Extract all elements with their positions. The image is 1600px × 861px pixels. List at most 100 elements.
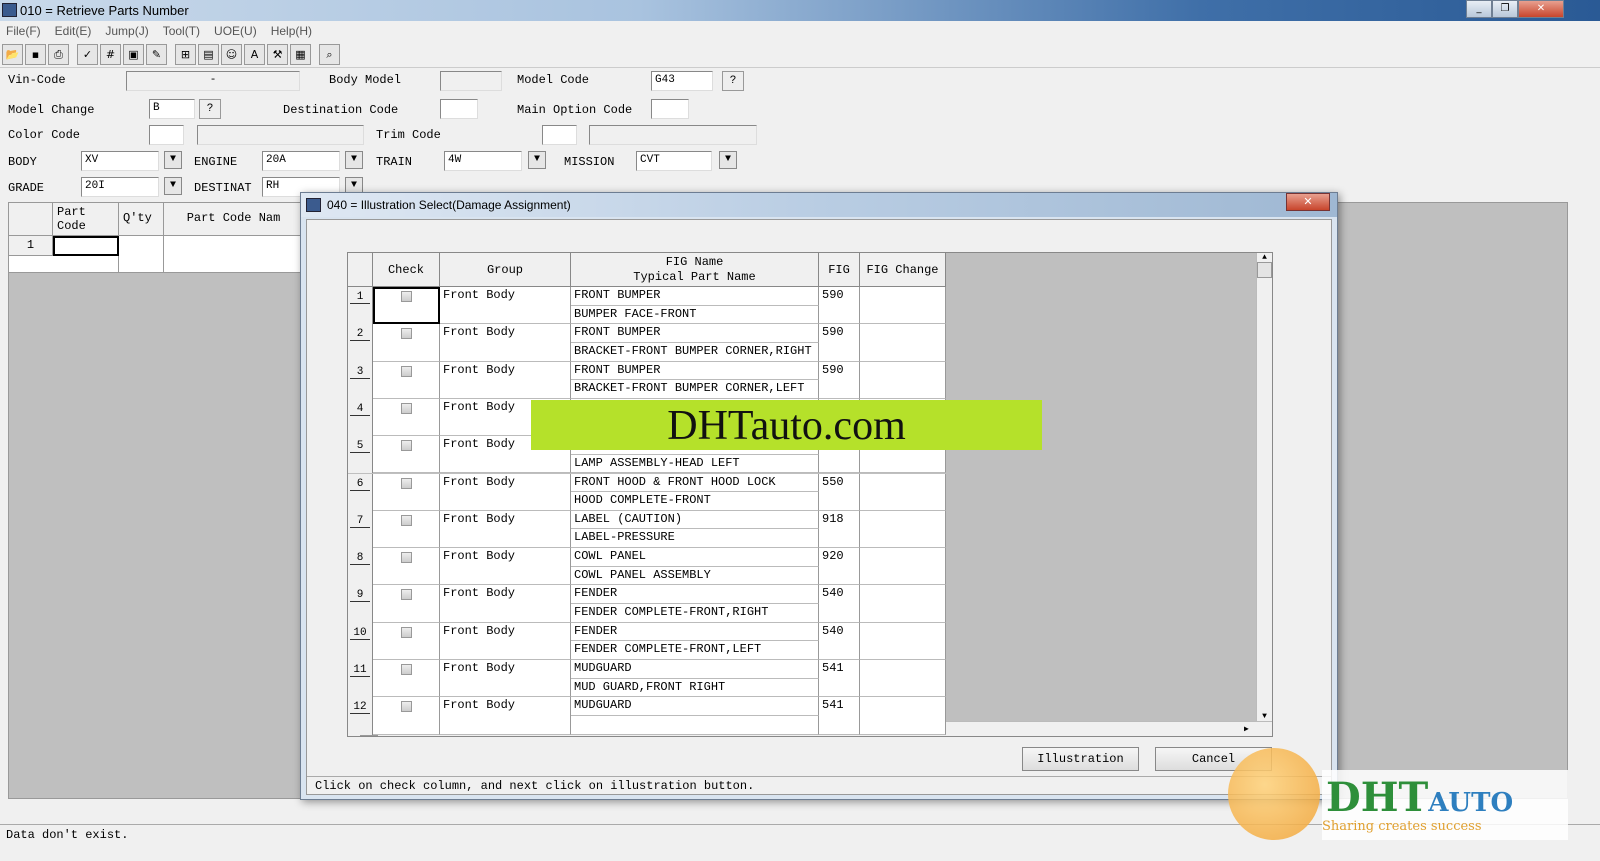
row-header[interactable]: 9 (348, 585, 373, 623)
fig-change-cell[interactable] (860, 510, 946, 549)
engine-dropdown-icon[interactable]: ▼ (345, 151, 363, 169)
header-fig[interactable]: FIG (819, 253, 860, 287)
row-header[interactable]: 12 (348, 697, 373, 735)
fig-change-cell[interactable] (860, 324, 946, 362)
trim-code-field[interactable] (542, 125, 577, 145)
menu-uoe[interactable]: UOE(U) (214, 24, 257, 38)
row-checkbox[interactable] (401, 552, 412, 564)
row-checkbox[interactable] (401, 291, 412, 302)
menu-tool[interactable]: Tool(T) (163, 24, 200, 38)
row-checkbox[interactable] (401, 701, 412, 713)
part-code-cell-2[interactable] (9, 256, 119, 273)
header-fig-change[interactable]: FIG Change (860, 253, 946, 287)
row-header[interactable]: 7 (348, 510, 373, 549)
header-group[interactable]: Group (440, 253, 571, 287)
check-123-icon[interactable]: ✓ (77, 44, 98, 65)
row-header[interactable]: 5 (348, 436, 373, 474)
main-option-code-field[interactable] (651, 99, 689, 119)
engine-select[interactable]: 20A (262, 151, 340, 171)
minimize-button[interactable]: _ (1466, 0, 1492, 18)
row-checkbox[interactable] (401, 664, 412, 675)
row-checkbox[interactable] (401, 477, 412, 489)
menu-help[interactable]: Help(H) (271, 24, 312, 38)
menu-edit[interactable]: Edit(E) (55, 24, 92, 38)
train-select[interactable]: 4W (444, 151, 522, 171)
row-checkbox[interactable] (401, 440, 412, 452)
typical-part-name-cell: LAMP ASSEMBLY-HEAD LEFT (571, 454, 819, 474)
row-checkbox[interactable] (401, 589, 412, 601)
row-header[interactable]: 6 (348, 473, 373, 511)
row-checkbox[interactable] (401, 626, 412, 638)
header-part-code-name[interactable]: Part Code Nam (164, 203, 304, 236)
fig-change-cell[interactable] (860, 622, 946, 660)
row-checkbox[interactable] (401, 402, 412, 414)
header-part-code[interactable]: Part Code (53, 203, 119, 236)
tool-icon[interactable]: ⚒ (267, 44, 288, 65)
row-header[interactable]: 2 (348, 324, 373, 362)
row-header[interactable]: 8 (348, 548, 373, 586)
grade-dropdown-icon[interactable]: ▼ (164, 177, 182, 195)
dialog-close-button[interactable]: ✕ (1286, 193, 1330, 211)
save-green-icon[interactable]: ▣ (123, 44, 144, 65)
model-code-field[interactable]: G43 (651, 71, 713, 91)
row-header[interactable]: 1 (348, 287, 373, 325)
qty-cell[interactable] (119, 236, 164, 273)
save-icon[interactable]: ▪ (25, 44, 46, 65)
number-icon[interactable]: # (100, 44, 121, 65)
header-check[interactable]: Check (373, 253, 440, 287)
fig-change-cell[interactable] (860, 287, 946, 325)
fig-change-cell[interactable] (860, 660, 946, 698)
mission-dropdown-icon[interactable]: ▼ (719, 151, 737, 169)
open-icon[interactable]: 📂 (2, 44, 23, 65)
search-user-icon[interactable]: ☺ (221, 44, 242, 65)
font-icon[interactable]: A (244, 44, 265, 65)
fig-change-cell[interactable] (860, 697, 946, 735)
header-qty[interactable]: Q'ty (119, 203, 164, 236)
scroll-down-icon[interactable]: ▼ (1257, 712, 1272, 721)
vertical-scrollbar[interactable]: ▲ ▼ (1256, 253, 1272, 721)
part-code-cell[interactable] (53, 236, 119, 256)
fig-change-cell[interactable] (860, 585, 946, 623)
train-dropdown-icon[interactable]: ▼ (528, 151, 546, 169)
calculator-icon[interactable]: ▦ (290, 44, 311, 65)
model-change-help-button[interactable]: ? (199, 99, 221, 119)
maximize-button[interactable]: ❐ (1492, 0, 1518, 18)
typical-part-name-cell: COWL PANEL ASSEMBLY (571, 566, 819, 586)
find-icon[interactable]: ⌕ (319, 44, 340, 65)
destination-code-field[interactable] (440, 99, 478, 119)
close-button[interactable]: ✕ (1518, 0, 1564, 18)
vertical-scroll-thumb[interactable] (1257, 262, 1272, 278)
row-header[interactable]: 11 (348, 660, 373, 698)
fig-change-cell[interactable] (860, 473, 946, 511)
body-select[interactable]: XV (81, 151, 159, 171)
illustration-button[interactable]: Illustration (1022, 747, 1139, 771)
row-checkbox[interactable] (401, 365, 412, 377)
form-icon[interactable]: ▤ (198, 44, 219, 65)
scroll-up-icon[interactable]: ▲ (1257, 253, 1272, 262)
print-icon[interactable]: ⎙ (48, 44, 69, 65)
color-code-field[interactable] (149, 125, 184, 145)
mission-select[interactable]: CVT (636, 151, 712, 171)
row-header[interactable]: 10 (348, 622, 373, 660)
row-header[interactable]: 3 (348, 361, 373, 399)
model-code-help-button[interactable]: ? (722, 71, 744, 91)
edit-red-icon[interactable]: ✎ (146, 44, 167, 65)
scroll-right-icon[interactable]: ▶ (1244, 724, 1249, 734)
body-dropdown-icon[interactable]: ▼ (164, 151, 182, 169)
menu-bar: File(F) Edit(E) Jump(J) Tool(T) UOE(U) H… (0, 21, 1600, 41)
row-header[interactable]: 4 (348, 398, 373, 437)
menu-jump[interactable]: Jump(J) (105, 24, 148, 38)
grid-icon[interactable]: ⊞ (175, 44, 196, 65)
body-model-field[interactable] (440, 71, 502, 91)
fig-change-cell[interactable] (860, 361, 946, 399)
row-checkbox[interactable] (401, 514, 412, 526)
grade-select[interactable]: 20I (81, 177, 159, 197)
dialog-icon (306, 198, 321, 212)
row-checkbox[interactable] (401, 328, 412, 340)
model-change-field[interactable]: B (149, 99, 195, 119)
fig-change-cell[interactable] (860, 548, 946, 586)
header-fig-name[interactable]: FIG Name Typical Part Name (571, 253, 819, 287)
menu-file[interactable]: File(F) (6, 24, 41, 38)
vin-code-field[interactable]: - (126, 71, 300, 91)
part-name-cell[interactable] (164, 236, 304, 273)
